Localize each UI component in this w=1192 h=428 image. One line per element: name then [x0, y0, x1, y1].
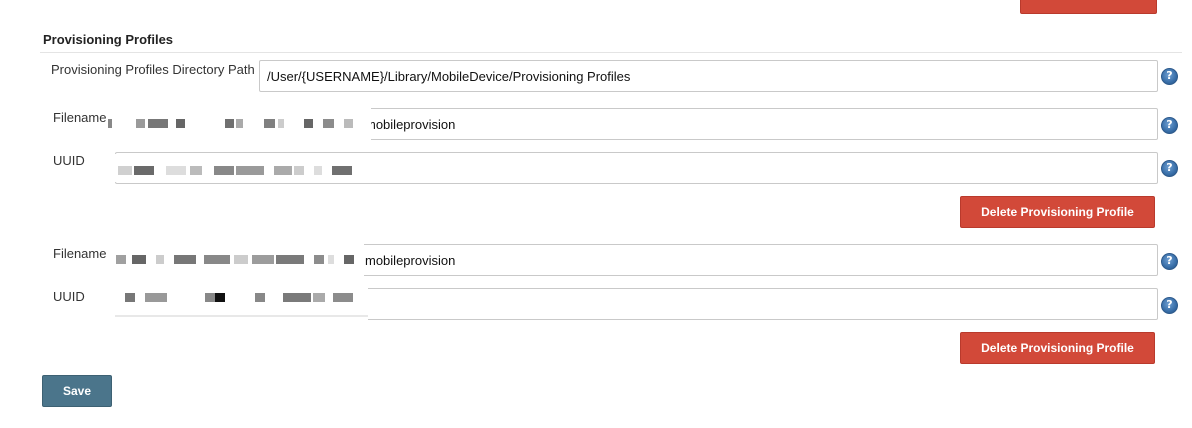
help-icon[interactable]: ?: [1161, 160, 1178, 177]
delete-profile-button[interactable]: Delete Provisioning Profile: [960, 196, 1155, 228]
directory-path-label: Provisioning Profiles Directory Path: [51, 62, 255, 77]
help-icon[interactable]: ?: [1161, 297, 1178, 314]
redacted-uuid: [115, 284, 368, 322]
help-icon[interactable]: ?: [1161, 253, 1178, 270]
uuid-label: UUID: [53, 153, 85, 168]
delete-profile-button[interactable]: Delete Provisioning Profile: [960, 332, 1155, 364]
uuid-label: UUID: [53, 289, 85, 304]
save-button[interactable]: Save: [42, 375, 112, 407]
help-icon[interactable]: ?: [1161, 117, 1178, 134]
redacted-filename: [108, 104, 371, 145]
top-action-button[interactable]: [1020, 0, 1157, 14]
directory-path-input[interactable]: [259, 60, 1158, 92]
help-icon[interactable]: ?: [1161, 68, 1178, 85]
filename-label: Filename: [53, 246, 107, 261]
redacted-filename: [110, 242, 364, 278]
section-divider: [40, 52, 1182, 53]
section-title: Provisioning Profiles: [43, 32, 174, 47]
filename-label: Filename: [53, 110, 107, 125]
redacted-uuid: [110, 154, 368, 182]
